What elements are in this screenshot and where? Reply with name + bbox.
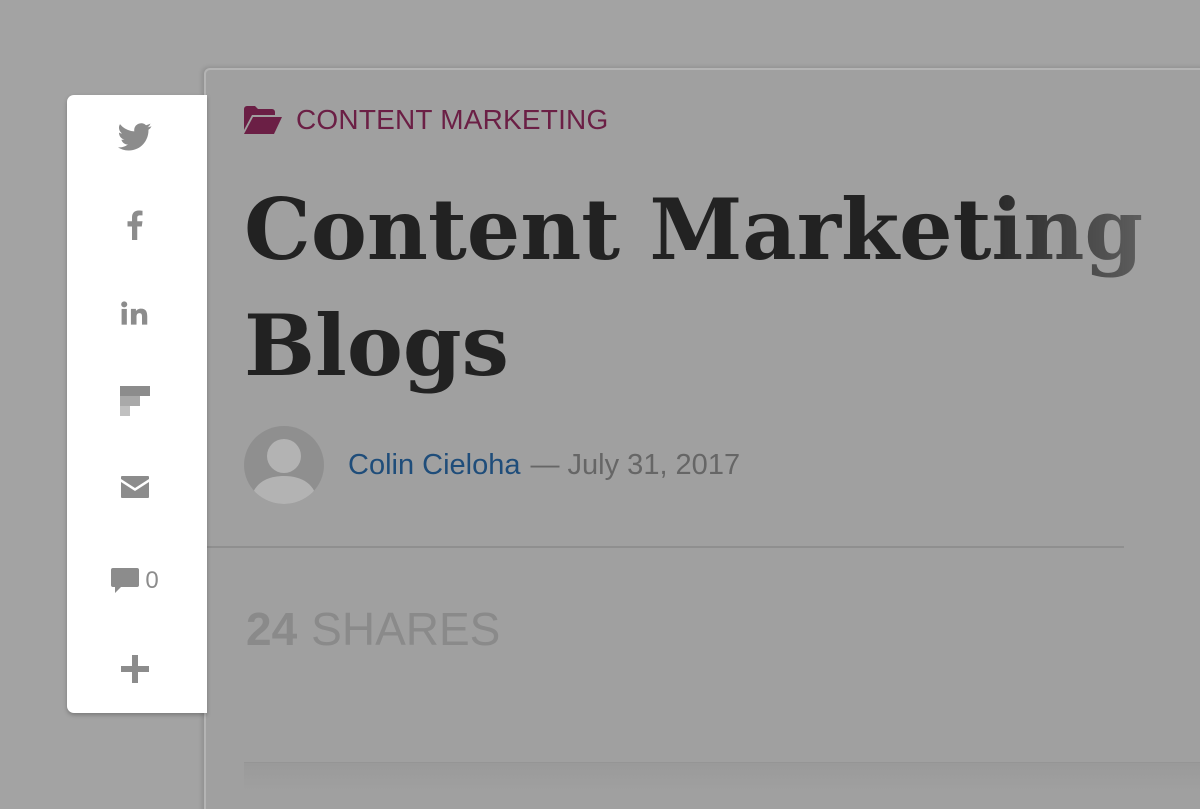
facebook-share-button[interactable] (67, 195, 203, 255)
divider (206, 546, 1124, 548)
share-count-label: SHARES (311, 603, 501, 655)
avatar[interactable] (244, 426, 324, 504)
folder-open-icon (244, 106, 282, 134)
social-share-bar: 0 (67, 95, 207, 713)
more-share-button[interactable] (67, 639, 203, 699)
flipboard-share-button[interactable] (67, 371, 203, 431)
author-link[interactable]: Colin Cieloha (348, 449, 521, 482)
facebook-icon (127, 210, 143, 240)
byline: Colin Cieloha — July 31, 2017 (244, 426, 740, 504)
comment-icon (111, 568, 140, 593)
email-share-button[interactable] (67, 457, 203, 517)
share-buttons-row (244, 762, 1200, 792)
twitter-icon (118, 123, 152, 151)
email-icon (121, 476, 149, 498)
share-count: 24 (246, 603, 298, 655)
linkedin-share-button[interactable] (67, 283, 203, 343)
user-silhouette-icon (250, 439, 318, 504)
article-title: Content Marketing Blogs (244, 180, 1144, 395)
category-label: CONTENT MARKETING (296, 104, 609, 135)
publish-date: — July 31, 2017 (530, 448, 741, 481)
comments-button[interactable]: 0 (67, 551, 203, 611)
twitter-share-button[interactable] (67, 107, 203, 167)
category-link[interactable]: CONTENT MARKETING (244, 104, 608, 136)
share-counter: 24 SHARES (246, 602, 500, 656)
linkedin-icon (121, 301, 148, 325)
plus-icon (121, 655, 149, 683)
flipboard-icon (120, 386, 150, 416)
comment-count: 0 (145, 567, 159, 594)
